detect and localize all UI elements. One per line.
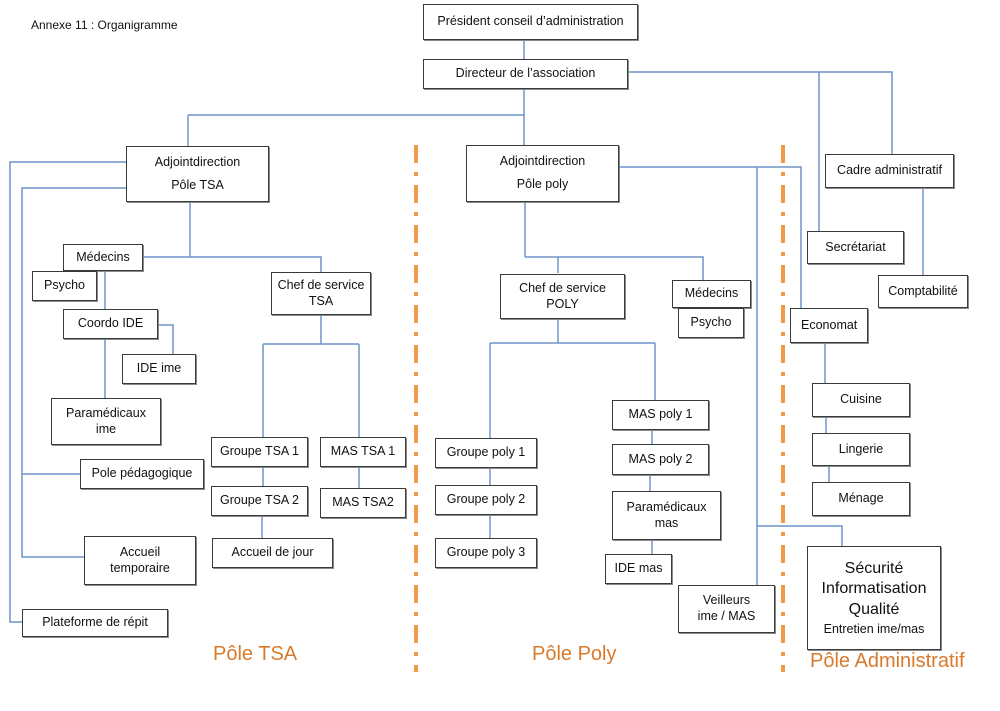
node-label: Médecins bbox=[76, 249, 130, 264]
node-label: Economat bbox=[801, 317, 858, 332]
node-label: MAS TSA 1 bbox=[330, 444, 396, 459]
node-adjoint-tsa: Adjointdirection Pôle TSA bbox=[126, 146, 269, 202]
node-medecins-tsa: Médecins bbox=[63, 244, 143, 271]
node-label: temporaire bbox=[110, 560, 170, 575]
document-title: Annexe 11 : Organigramme bbox=[31, 18, 178, 32]
node-label: mas bbox=[654, 515, 679, 530]
node-lingerie: Lingerie bbox=[812, 433, 910, 466]
node-label: Accueil de jour bbox=[231, 545, 314, 560]
node-secretariat: Secrétariat bbox=[807, 231, 904, 264]
node-mas-poly-2: MAS poly 2 bbox=[612, 444, 709, 475]
node-label: Paramédicaux bbox=[66, 405, 146, 420]
node-paramedicaux-mas: Paramédicaux mas bbox=[612, 491, 721, 540]
node-label: MAS poly 1 bbox=[628, 407, 693, 422]
node-label: Chef de service bbox=[519, 280, 606, 295]
connector bbox=[158, 324, 174, 354]
node-label: Groupe poly 3 bbox=[446, 545, 526, 560]
node-groupe-poly-2: Groupe poly 2 bbox=[435, 485, 537, 515]
node-ide-mas: IDE mas bbox=[605, 554, 672, 584]
node-coordo-ide: Coordo IDE bbox=[63, 309, 158, 339]
node-label: TSA bbox=[308, 293, 334, 308]
node-president: Président conseil d’administration bbox=[423, 4, 638, 40]
node-accueil-temporaire: Accueil temporaire bbox=[84, 536, 196, 585]
node-psycho-tsa: Psycho bbox=[32, 271, 97, 301]
node-label: MAS poly 2 bbox=[628, 451, 693, 466]
node-groupe-poly-1: Groupe poly 1 bbox=[435, 438, 537, 468]
node-cadre-administratif: Cadre administratif bbox=[825, 154, 954, 188]
node-label: Psycho bbox=[44, 278, 85, 293]
node-label: ime bbox=[95, 421, 117, 436]
node-veilleurs: Veilleurs ime / MAS bbox=[678, 585, 775, 633]
node-cuisine: Cuisine bbox=[812, 383, 910, 417]
node-label: Psycho bbox=[690, 315, 732, 330]
node-medecins-poly: Médecins bbox=[672, 280, 751, 308]
node-economat: Economat bbox=[790, 308, 868, 343]
pole-label-admin: Pôle Administratif bbox=[810, 650, 965, 672]
node-label: Cuisine bbox=[840, 392, 882, 407]
node-label: Ménage bbox=[838, 491, 884, 506]
node-label: Accueil bbox=[119, 544, 161, 559]
node-label: Chef de service bbox=[277, 277, 365, 292]
node-groupe-poly-3: Groupe poly 3 bbox=[435, 538, 537, 568]
node-label: Informatisation bbox=[821, 580, 927, 598]
node-label: Directeur de l’association bbox=[455, 66, 596, 81]
pole-label-tsa: Pôle TSA bbox=[213, 643, 298, 665]
node-plateforme-repit: Plateforme de répit bbox=[22, 609, 168, 637]
node-mas-poly-1: MAS poly 1 bbox=[612, 400, 709, 430]
node-label: Qualité bbox=[848, 601, 900, 619]
node-label: Groupe poly 2 bbox=[446, 492, 526, 507]
node-label: Pôle poly bbox=[516, 177, 569, 192]
node-ide-ime: IDE ime bbox=[122, 354, 196, 384]
node-pole-pedagogique: Pole pédagogique bbox=[80, 459, 204, 489]
node-groupe-tsa-1: Groupe TSA 1 bbox=[211, 437, 308, 467]
node-label: Plateforme de répit bbox=[42, 615, 148, 630]
node-paramedicaux-ime: Paramédicaux ime bbox=[51, 398, 161, 445]
node-chef-poly: Chef de service POLY bbox=[500, 274, 625, 319]
node-label: Entretien ime/mas bbox=[823, 622, 925, 637]
node-label: Paramédicaux bbox=[626, 499, 707, 514]
node-label: Président conseil d’administration bbox=[437, 14, 624, 29]
node-label: Veilleurs bbox=[702, 593, 751, 608]
node-comptabilite: Comptabilité bbox=[878, 275, 968, 308]
node-mas-tsa-1: MAS TSA 1 bbox=[320, 437, 406, 467]
node-label: Lingerie bbox=[838, 441, 884, 456]
connector bbox=[628, 71, 893, 154]
node-label: IDE ime bbox=[136, 361, 182, 376]
node-securite: Sécurité Informatisation Qualité Entreti… bbox=[807, 546, 941, 650]
node-adjoint-poly: Adjointdirection Pôle poly bbox=[466, 145, 619, 202]
node-label: Coordo IDE bbox=[77, 316, 144, 331]
node-label: Adjointdirection bbox=[499, 153, 586, 168]
node-directeur: Directeur de l’association bbox=[423, 59, 628, 89]
node-label: MAS TSA2 bbox=[332, 495, 394, 510]
node-label: Pôle TSA bbox=[171, 177, 224, 192]
node-label: Cadre administratif bbox=[837, 163, 942, 178]
node-label: Adjointdirection bbox=[154, 154, 241, 169]
node-label: Pole pédagogique bbox=[91, 466, 193, 481]
node-label: Groupe TSA 2 bbox=[220, 493, 299, 508]
pole-label-poly: Pôle Poly bbox=[532, 643, 617, 665]
node-groupe-tsa-2: Groupe TSA 2 bbox=[211, 486, 308, 516]
node-accueil-jour: Accueil de jour bbox=[212, 538, 333, 568]
node-label: POLY bbox=[546, 296, 579, 311]
node-mas-tsa-2: MAS TSA2 bbox=[320, 488, 406, 518]
node-label: Groupe poly 1 bbox=[446, 445, 526, 460]
node-label: Sécurité bbox=[844, 559, 904, 577]
node-label: IDE mas bbox=[614, 561, 663, 576]
node-label: Groupe TSA 1 bbox=[220, 444, 299, 459]
node-label: ime / MAS bbox=[697, 609, 756, 623]
node-chef-tsa: Chef de service TSA bbox=[271, 272, 371, 315]
connector bbox=[143, 256, 322, 272]
node-label: Secrétariat bbox=[825, 239, 886, 254]
node-psycho-poly: Psycho bbox=[678, 308, 744, 338]
connector bbox=[757, 525, 843, 546]
node-label: Comptabilité bbox=[888, 283, 958, 298]
node-label: Médecins bbox=[684, 286, 739, 301]
node-menage: Ménage bbox=[812, 482, 910, 516]
